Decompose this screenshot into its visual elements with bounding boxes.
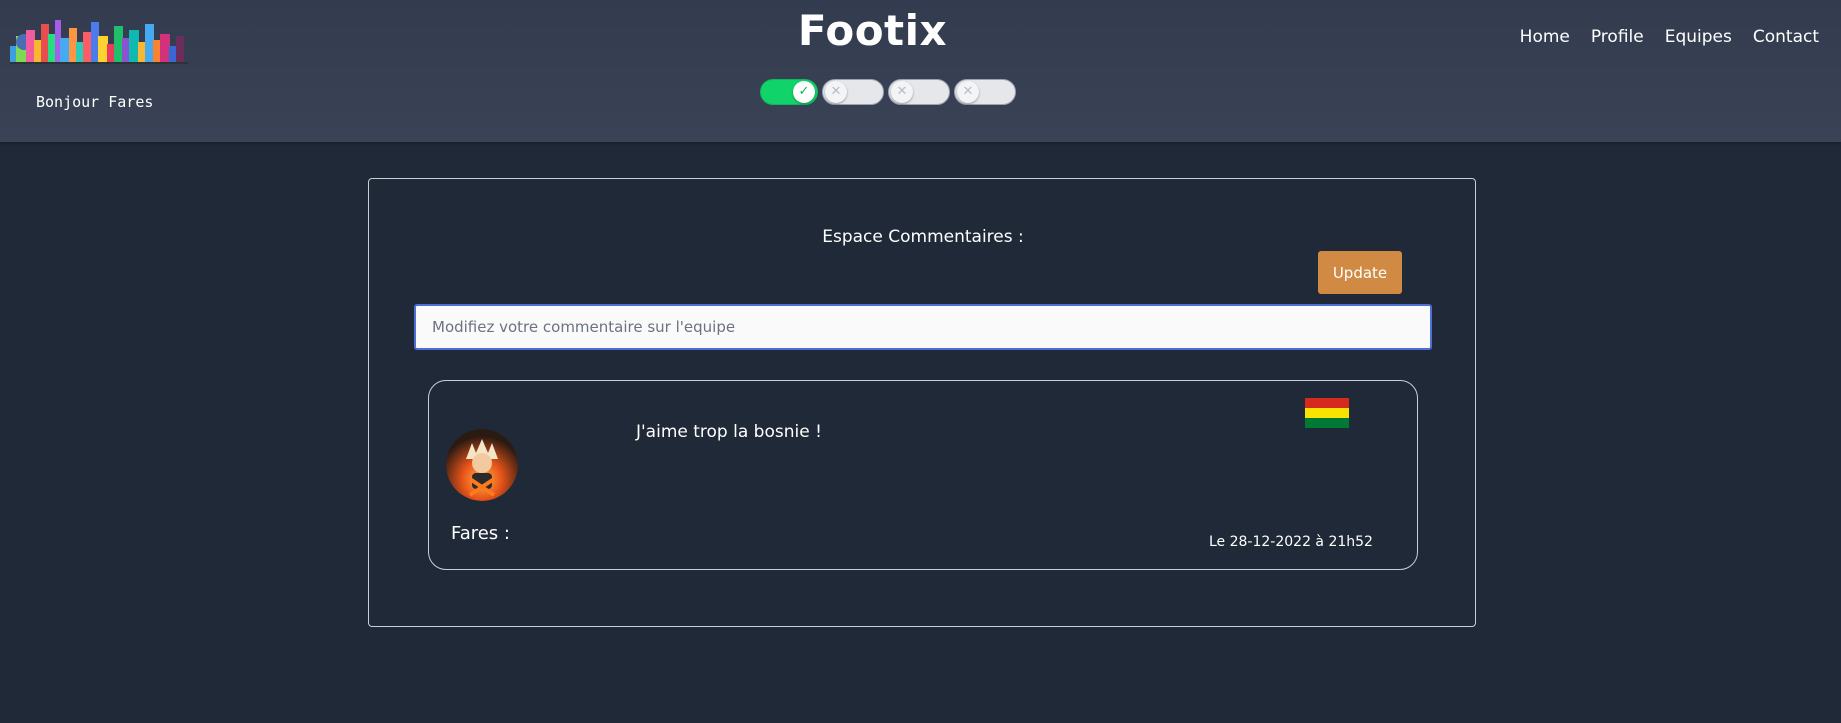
main-nav: Home Profile Equipes Contact — [1520, 27, 1819, 47]
flag-stripe-green — [1305, 418, 1349, 428]
team-flag-icon — [1305, 398, 1349, 428]
toggle-switch-2[interactable]: ✕ — [822, 79, 884, 105]
comment-input[interactable] — [414, 304, 1432, 350]
nav-link-home[interactable]: Home — [1520, 27, 1570, 47]
nav-link-profile[interactable]: Profile — [1591, 27, 1644, 47]
comment-text: J'aime trop la bosnie ! — [636, 422, 822, 442]
comment-author: Fares : — [451, 523, 510, 544]
toggle-switch-4[interactable]: ✕ — [954, 79, 1016, 105]
nav-link-contact[interactable]: Contact — [1753, 27, 1819, 47]
toggle-switch-3[interactable]: ✕ — [888, 79, 950, 105]
comment-card: Fares : J'aime trop la bosnie ! Le 28-12… — [428, 380, 1418, 570]
x-icon: ✕ — [891, 81, 913, 103]
nav-link-equipes[interactable]: Equipes — [1665, 27, 1732, 47]
check-icon: ✓ — [793, 81, 815, 103]
x-icon: ✕ — [825, 81, 847, 103]
comment-date: Le 28-12-2022 à 21h52 — [1209, 534, 1373, 550]
site-title: Footix — [797, 6, 948, 55]
x-icon: ✕ — [957, 81, 979, 103]
update-button[interactable]: Update — [1318, 251, 1402, 294]
flag-stripe-red — [1305, 398, 1349, 408]
toggle-group: ✓ ✕ ✕ ✕ — [760, 79, 1016, 105]
comments-section-title: Espace Commentaires : — [822, 227, 1024, 247]
greeting-text: Bonjour Fares — [36, 93, 154, 111]
flag-stripe-yellow — [1305, 408, 1349, 418]
comments-panel: Espace Commentaires : Update Fares : — [368, 178, 1476, 627]
toggle-switch-1[interactable]: ✓ — [760, 79, 818, 105]
top-header: Bonjour Fares Footix ✓ ✕ ✕ ✕ Home Profil… — [0, 0, 1841, 142]
avatar — [446, 429, 518, 501]
